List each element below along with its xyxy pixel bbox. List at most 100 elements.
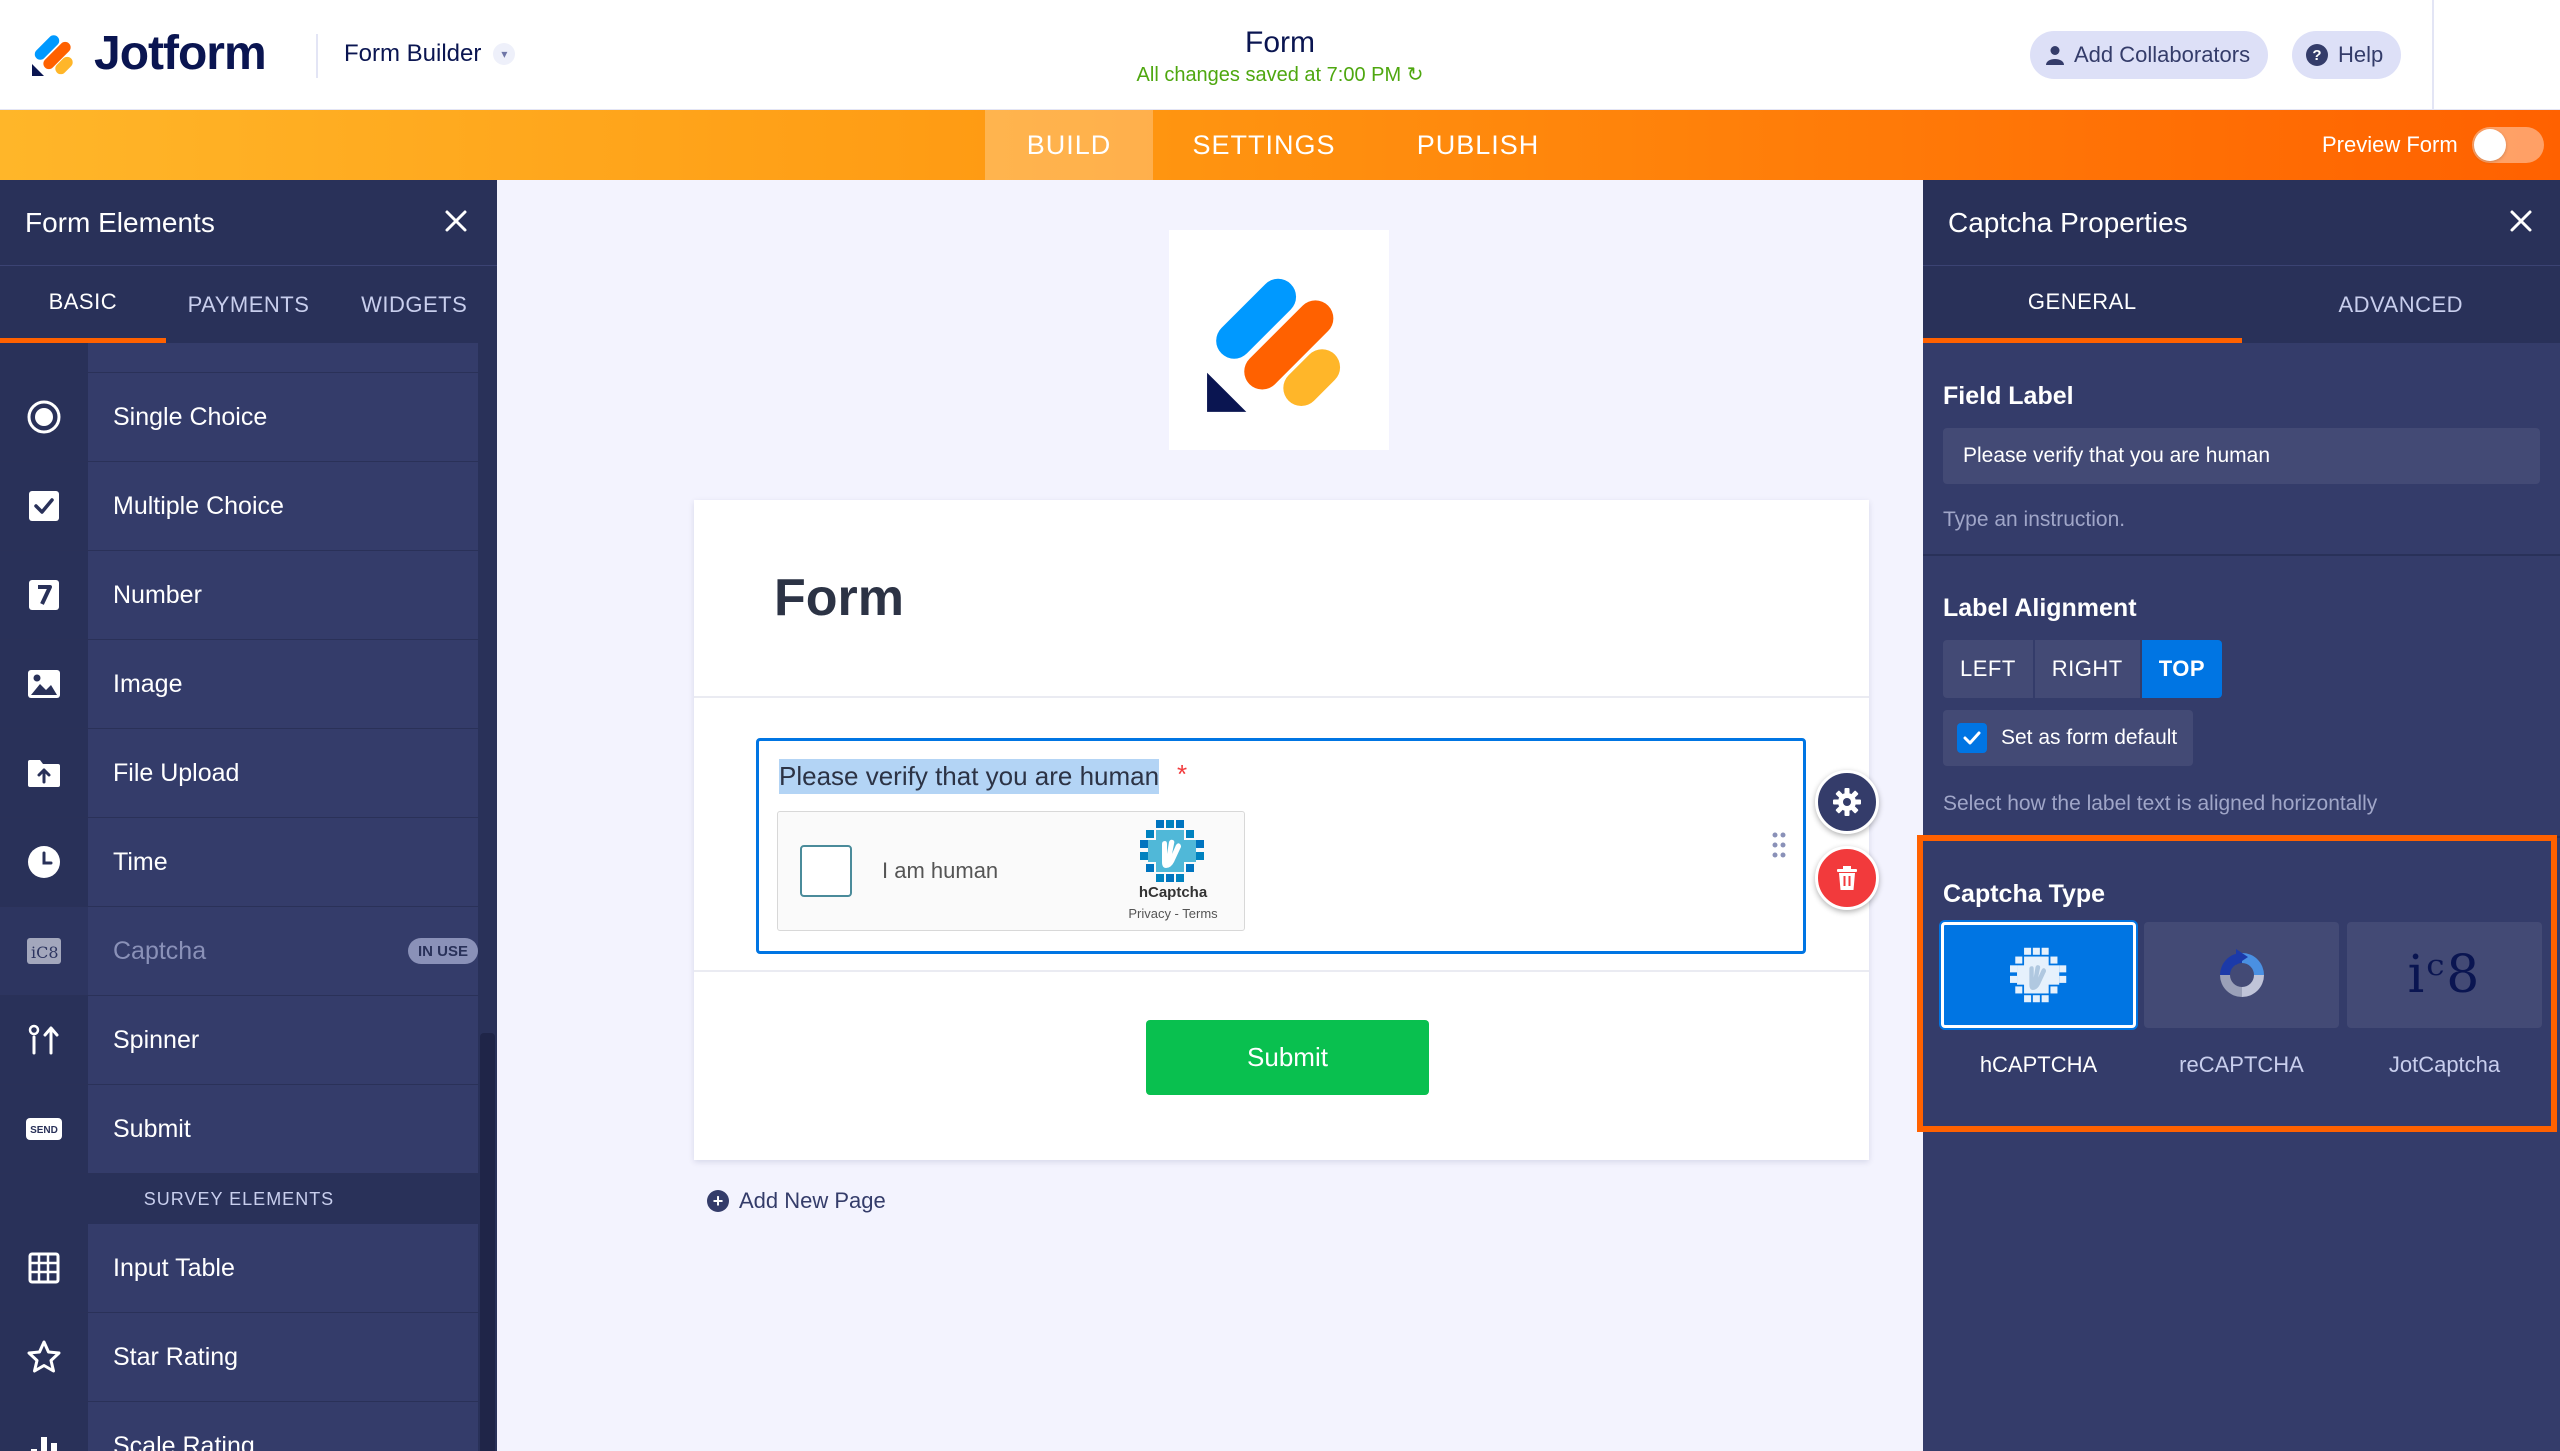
align-left-button[interactable]: LEFT <box>1943 640 2035 698</box>
element-spinner[interactable]: Spinner <box>0 996 478 1085</box>
form-title[interactable]: Form <box>1080 26 1480 60</box>
tab-widgets[interactable]: WIDGETS <box>331 266 497 343</box>
captcha-type-hcaptcha[interactable] <box>1941 922 2136 1028</box>
element-scale-rating[interactable]: Scale Rating <box>0 1402 478 1451</box>
element-input-table[interactable]: Input Table <box>0 1224 478 1313</box>
preview-form-toggle[interactable]: Preview Form <box>2322 110 2544 180</box>
form-builder-label: Form Builder <box>344 40 482 67</box>
form-logo[interactable] <box>1169 230 1389 450</box>
scrollbar-thumb[interactable] <box>480 1033 495 1451</box>
tab-basic[interactable]: BASIC <box>0 266 166 343</box>
jotcaptcha-glyph-icon: iᶜ8 <box>2407 945 2482 1005</box>
element-submit[interactable]: SEND Submit <box>0 1085 478 1174</box>
element-image[interactable]: Image <box>0 640 478 729</box>
element-file-upload[interactable]: File Upload <box>0 729 478 818</box>
captcha-type-recaptcha[interactable] <box>2144 922 2339 1028</box>
captcha-type-label: reCAPTCHA <box>2179 1052 2304 1077</box>
add-new-page-label: Add New Page <box>739 1188 886 1213</box>
survey-elements-heading: SURVEY ELEMENTS <box>0 1174 478 1224</box>
question-icon: ? <box>2306 44 2328 66</box>
submit-button[interactable]: Submit <box>1146 1020 1429 1095</box>
close-icon[interactable] <box>441 206 471 236</box>
tab-publish[interactable]: PUBLISH <box>1375 110 1581 180</box>
svg-text:SEND: SEND <box>30 1125 58 1136</box>
form-heading[interactable]: Form <box>774 568 904 628</box>
gear-icon <box>1833 788 1861 816</box>
in-use-badge: IN USE <box>407 938 478 964</box>
add-collaborators-label: Add Collaborators <box>2074 42 2251 67</box>
alignment-hint: Select how the label text is aligned hor… <box>1943 792 2378 815</box>
table-icon <box>28 1252 60 1284</box>
element-list: Single Choice Multiple Choice Number Ima… <box>0 343 478 1451</box>
divider <box>694 970 1869 972</box>
element-multiple-choice[interactable]: Multiple Choice <box>0 462 478 551</box>
element-time[interactable]: Time <box>0 818 478 907</box>
captcha-field[interactable]: Please verify that you are human * I am … <box>756 738 1806 954</box>
captcha-type-label: JotCaptcha <box>2388 1052 2501 1077</box>
element-number[interactable]: Number <box>0 551 478 640</box>
tab-general[interactable]: GENERAL <box>1923 266 2242 343</box>
top-bar: Jotform Form Builder ▾ Form All changes … <box>0 0 2560 110</box>
tab-advanced[interactable]: ADVANCED <box>2242 266 2560 343</box>
chevron-down-icon: ▾ <box>493 43 516 65</box>
hcaptcha-privacy-terms-links[interactable]: Privacy - Terms <box>1108 906 1238 921</box>
element-label: Image <box>113 669 183 698</box>
captcha-field-label[interactable]: Please verify that you are human <box>779 759 1160 794</box>
spinner-icon <box>28 1024 59 1055</box>
clock-icon <box>28 846 60 878</box>
element-label: Multiple Choice <box>113 491 284 520</box>
element-tabs: BASIC PAYMENTS WIDGETS <box>0 265 497 343</box>
star-icon <box>27 1340 61 1373</box>
form-elements-header: Form Elements <box>0 180 497 265</box>
image-icon <box>28 670 60 698</box>
jotform-logo[interactable]: Jotform <box>28 26 267 81</box>
form-builder-dropdown[interactable]: Form Builder ▾ <box>344 40 516 68</box>
set-form-default-checkbox[interactable]: Set as form default <box>1943 710 2194 766</box>
checkmark-icon <box>1957 723 1987 753</box>
help-button[interactable]: ? Help <box>2292 31 2402 79</box>
list-item[interactable] <box>0 343 478 373</box>
field-label-input[interactable]: Please verify that you are human <box>1943 428 2540 484</box>
element-captcha: iC8 Captcha IN USE <box>0 907 478 996</box>
captcha-type-jotcaptcha[interactable]: iᶜ8 <box>2347 922 2542 1028</box>
number-icon <box>29 580 59 610</box>
toggle-switch[interactable] <box>2471 127 2544 163</box>
panel-title: Form Elements <box>25 206 215 238</box>
jotform-logo-icon <box>1207 278 1341 412</box>
element-single-choice[interactable]: Single Choice <box>0 373 478 462</box>
add-new-page-button[interactable]: + Add New Page <box>707 1188 886 1214</box>
hcaptcha-widget: I am human hCaptcha Privacy - Terms <box>777 811 1245 931</box>
divider <box>1923 554 2560 556</box>
tab-build[interactable]: BUILD <box>985 110 1153 180</box>
element-star-rating[interactable]: Star Rating <box>0 1313 478 1402</box>
tab-settings[interactable]: SETTINGS <box>1153 110 1375 180</box>
recaptcha-logo-icon <box>2219 949 2264 997</box>
set-form-default-label: Set as form default <box>2001 726 2178 749</box>
file-upload-icon <box>28 760 60 787</box>
add-collaborators-button[interactable]: Add Collaborators <box>2030 31 2269 79</box>
align-right-button[interactable]: RIGHT <box>2034 640 2142 698</box>
field-settings-button[interactable] <box>1815 770 1879 834</box>
tab-payments[interactable]: PAYMENTS <box>166 266 332 343</box>
scrollbar[interactable] <box>478 343 497 1451</box>
element-label: Scale Rating <box>113 1431 255 1451</box>
preview-form-label: Preview Form <box>2322 132 2458 157</box>
align-top-button[interactable]: TOP <box>2141 640 2223 698</box>
close-icon[interactable] <box>2506 206 2536 236</box>
builder-nav: BUILD SETTINGS PUBLISH Preview Form <box>0 110 2560 180</box>
user-icon <box>2046 46 2064 65</box>
element-label: File Upload <box>113 758 240 787</box>
drag-handle-icon[interactable] <box>1771 831 1787 859</box>
divider <box>694 696 1869 698</box>
properties-header: Captcha Properties <box>1923 180 2560 265</box>
toggle-knob <box>2473 129 2506 161</box>
label-alignment-group: LEFT RIGHT TOP <box>1943 640 2223 698</box>
divider <box>316 34 318 78</box>
hcaptcha-checkbox[interactable] <box>800 845 852 897</box>
captcha-icon: iC8 <box>27 938 61 964</box>
form-canvas: Form Please verify that you are human * … <box>497 180 1923 1451</box>
delete-field-button[interactable] <box>1815 846 1879 910</box>
panel-title: Captcha Properties <box>1948 206 2188 238</box>
svg-text:iC8: iC8 <box>31 943 59 962</box>
form-elements-panel: Form Elements BASIC PAYMENTS WIDGETS Sin… <box>0 180 497 1451</box>
